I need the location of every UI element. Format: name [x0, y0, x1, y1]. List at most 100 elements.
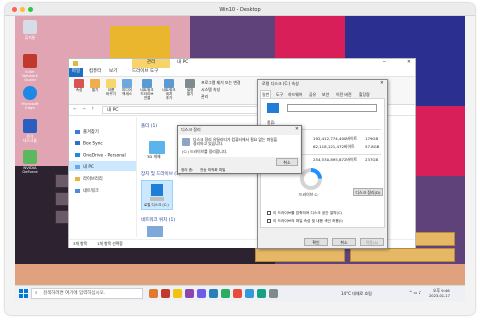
- tab-computer[interactable]: 컴퓨터: [89, 69, 101, 75]
- nvidia-icon: [23, 150, 37, 164]
- ribbon-context-tab[interactable]: 관리: [132, 59, 170, 68]
- ribbon-button-add-location[interactable]: 네트워크 위치 추가: [159, 79, 179, 100]
- close-icon[interactable]: ✕: [380, 81, 384, 87]
- nav-item-label: 라이브러리: [83, 177, 103, 182]
- address-bar[interactable]: 내 PC: [102, 106, 282, 114]
- explorer-title: 내 PC: [177, 60, 189, 65]
- disk-cleanup-button[interactable]: 디스크 정리(D): [353, 188, 383, 196]
- star-icon: [75, 129, 80, 134]
- drive-label: 로컬 디스크 (C:): [144, 203, 169, 207]
- capacity-size: 237GB: [365, 157, 379, 162]
- taskbar-app-icon[interactable]: [257, 289, 266, 298]
- ok-button[interactable]: 확인: [304, 238, 328, 246]
- search-icon: ⌕: [35, 291, 38, 296]
- folder-3d-objects[interactable]: 3D 개체: [147, 139, 167, 159]
- minimize-icon[interactable]: ─: [383, 60, 386, 66]
- nav-item-network[interactable]: 네트워크: [75, 188, 99, 194]
- ribbon-context-tab-label: 관리: [146, 60, 156, 65]
- disk-cleanup-dialog: 디스크 정리 ✕ 디스크 정리 유틸리티가 컴퓨터에서 필요 없는 파일을 정리…: [177, 125, 302, 174]
- index-option[interactable]: 이 드라이브의 파일 속성 및 내용 색인 허용(I): [267, 219, 343, 224]
- recycle-bin-icon: [23, 20, 37, 34]
- desktop-icon-label: Microsoft Edge: [21, 101, 39, 111]
- compress-option[interactable]: 이 드라이브를 압축하여 디스크 공간 절약(C): [267, 211, 342, 216]
- cleanup-content: 디스크 정리 유틸리티가 컴퓨터에서 필요 없는 파일을 정리하고 있습니다. …: [179, 135, 300, 157]
- cleanup-icon: [182, 138, 190, 146]
- desktop-icon-remote[interactable]: 원격 데스크톱: [17, 119, 43, 143]
- ribbon-button-label: 열기: [91, 88, 99, 92]
- taskbar-app-icon[interactable]: [185, 289, 194, 298]
- start-button[interactable]: [19, 289, 28, 298]
- nav-item-libraries[interactable]: 라이브러리: [75, 176, 103, 182]
- tray-icons[interactable]: ^ ▭ ♪: [409, 291, 421, 295]
- ribbon-button-label: 네트워크 드라이브 연결: [140, 88, 154, 100]
- drive-c-tile[interactable]: 로컬 디스크 (C:): [141, 180, 173, 210]
- folder-label: 3D 개체: [147, 154, 161, 159]
- nav-item-label: Box Sync: [83, 141, 103, 147]
- nav-item-this-pc[interactable]: 내 PC: [75, 164, 94, 170]
- library-icon: [75, 176, 80, 181]
- uninstall-program-link[interactable]: 프로그램 제거 또는 변경: [201, 81, 241, 85]
- taskbar-app-icon[interactable]: [161, 289, 170, 298]
- taskbar: ⌕ 검색하려면 여기에 입력하십시오. 14°C 대체로 흐림 ^ ▭ ♪ 오후…: [15, 285, 465, 301]
- ribbon-button-map-drive[interactable]: 네트워크 드라이브 연결: [137, 79, 157, 100]
- ribbon-button-rename[interactable]: 이름 바꾸기: [103, 79, 119, 97]
- ribbon-button-properties[interactable]: 속성: [71, 79, 87, 93]
- remote-desktop-icon: [23, 119, 37, 133]
- system-properties-link[interactable]: 시스템 속성: [201, 88, 220, 92]
- desktop-icon-label: 휴지통: [24, 35, 36, 40]
- ribbon-button-open[interactable]: 열기: [87, 79, 103, 93]
- section-drives-header[interactable]: 장치 및 드라이브 (1): [141, 172, 181, 178]
- wallpaper-floor: [15, 264, 465, 286]
- drive-label: 드라이브 C:: [299, 192, 319, 197]
- drive-name-input[interactable]: [287, 104, 377, 112]
- close-icon[interactable]: ✕: [295, 127, 299, 133]
- taskbar-app-icon[interactable]: [233, 289, 242, 298]
- taskbar-app-icon[interactable]: [245, 289, 254, 298]
- tab-file[interactable]: 파일: [69, 68, 83, 77]
- weather-text[interactable]: 14°C 대체로 흐림: [341, 292, 372, 296]
- taskbar-app-icon[interactable]: [221, 289, 230, 298]
- desktop-icon-killer[interactable]: Killer Network Guard: [17, 54, 43, 83]
- network-location-item[interactable]: [147, 226, 163, 237]
- taskbar-app-icon[interactable]: [173, 289, 182, 298]
- clock-time[interactable]: 오후 9:46: [433, 289, 450, 293]
- section-folders-header[interactable]: 폴더 (1): [141, 124, 157, 130]
- ribbon-button-label: 속성: [75, 88, 83, 92]
- taskbar-search-box[interactable]: ⌕ 검색하려면 여기에 입력하십시오.: [31, 288, 143, 299]
- used-space-bytes: 192,412,774,400바이트: [313, 136, 358, 141]
- checkbox[interactable]: [267, 211, 271, 215]
- ribbon-button-media[interactable]: 미디어 액세스: [119, 79, 135, 97]
- ribbon-button-label: 이름 바꾸기: [106, 88, 116, 96]
- close-icon[interactable]: ✕: [407, 60, 411, 66]
- manage-link[interactable]: 관리: [201, 95, 208, 99]
- nav-item-box-sync[interactable]: Box Sync: [75, 141, 103, 147]
- desktop-icon-nvidia[interactable]: NVIDIA GeForce: [17, 150, 43, 174]
- cleanup-message: 디스크 정리 유틸리티가 컴퓨터에서 필요 없는 파일을 정리하고 있습니다.: [193, 137, 278, 147]
- tab-drive-tools[interactable]: 드라이브 도구: [132, 69, 158, 75]
- up-arrow-icon[interactable]: ↑: [91, 107, 95, 113]
- apply-button[interactable]: 적용(A): [360, 238, 384, 246]
- desktop-icon-edge[interactable]: Microsoft Edge: [17, 86, 43, 110]
- taskbar-app-icon[interactable]: [197, 289, 206, 298]
- cancel-button[interactable]: 취소: [332, 238, 356, 246]
- taskbar-app-icon[interactable]: [209, 289, 218, 298]
- taskbar-app-icon[interactable]: [149, 289, 158, 298]
- nav-item-favorites[interactable]: 즐겨찾기: [75, 129, 99, 135]
- tab-view[interactable]: 보기: [109, 69, 117, 75]
- nav-item-onedrive[interactable]: OneDrive - Personal: [75, 153, 126, 159]
- forward-arrow-icon[interactable]: →: [82, 107, 86, 113]
- computer-icon: [75, 164, 80, 169]
- cleanup-title: 디스크 정리: [181, 127, 201, 132]
- ribbon-button-settings[interactable]: 설정 열기: [182, 79, 198, 97]
- wallpaper-drawer: [255, 248, 345, 262]
- taskbar-app-icon[interactable]: [269, 289, 278, 298]
- section-network-header[interactable]: 네트워크 위치 (1): [141, 218, 175, 224]
- network-icon: [75, 188, 80, 193]
- cleanup-cancel-button[interactable]: 취소: [276, 158, 298, 166]
- edge-icon: [23, 86, 37, 100]
- back-arrow-icon[interactable]: ←: [73, 107, 77, 113]
- desktop-icon-recycle-bin[interactable]: 휴지통: [17, 20, 43, 40]
- explorer-title-bar: 관리 내 PC ─ ✕: [69, 59, 415, 68]
- clock-date[interactable]: 2023-01-17: [429, 294, 450, 299]
- checkbox[interactable]: [267, 219, 271, 223]
